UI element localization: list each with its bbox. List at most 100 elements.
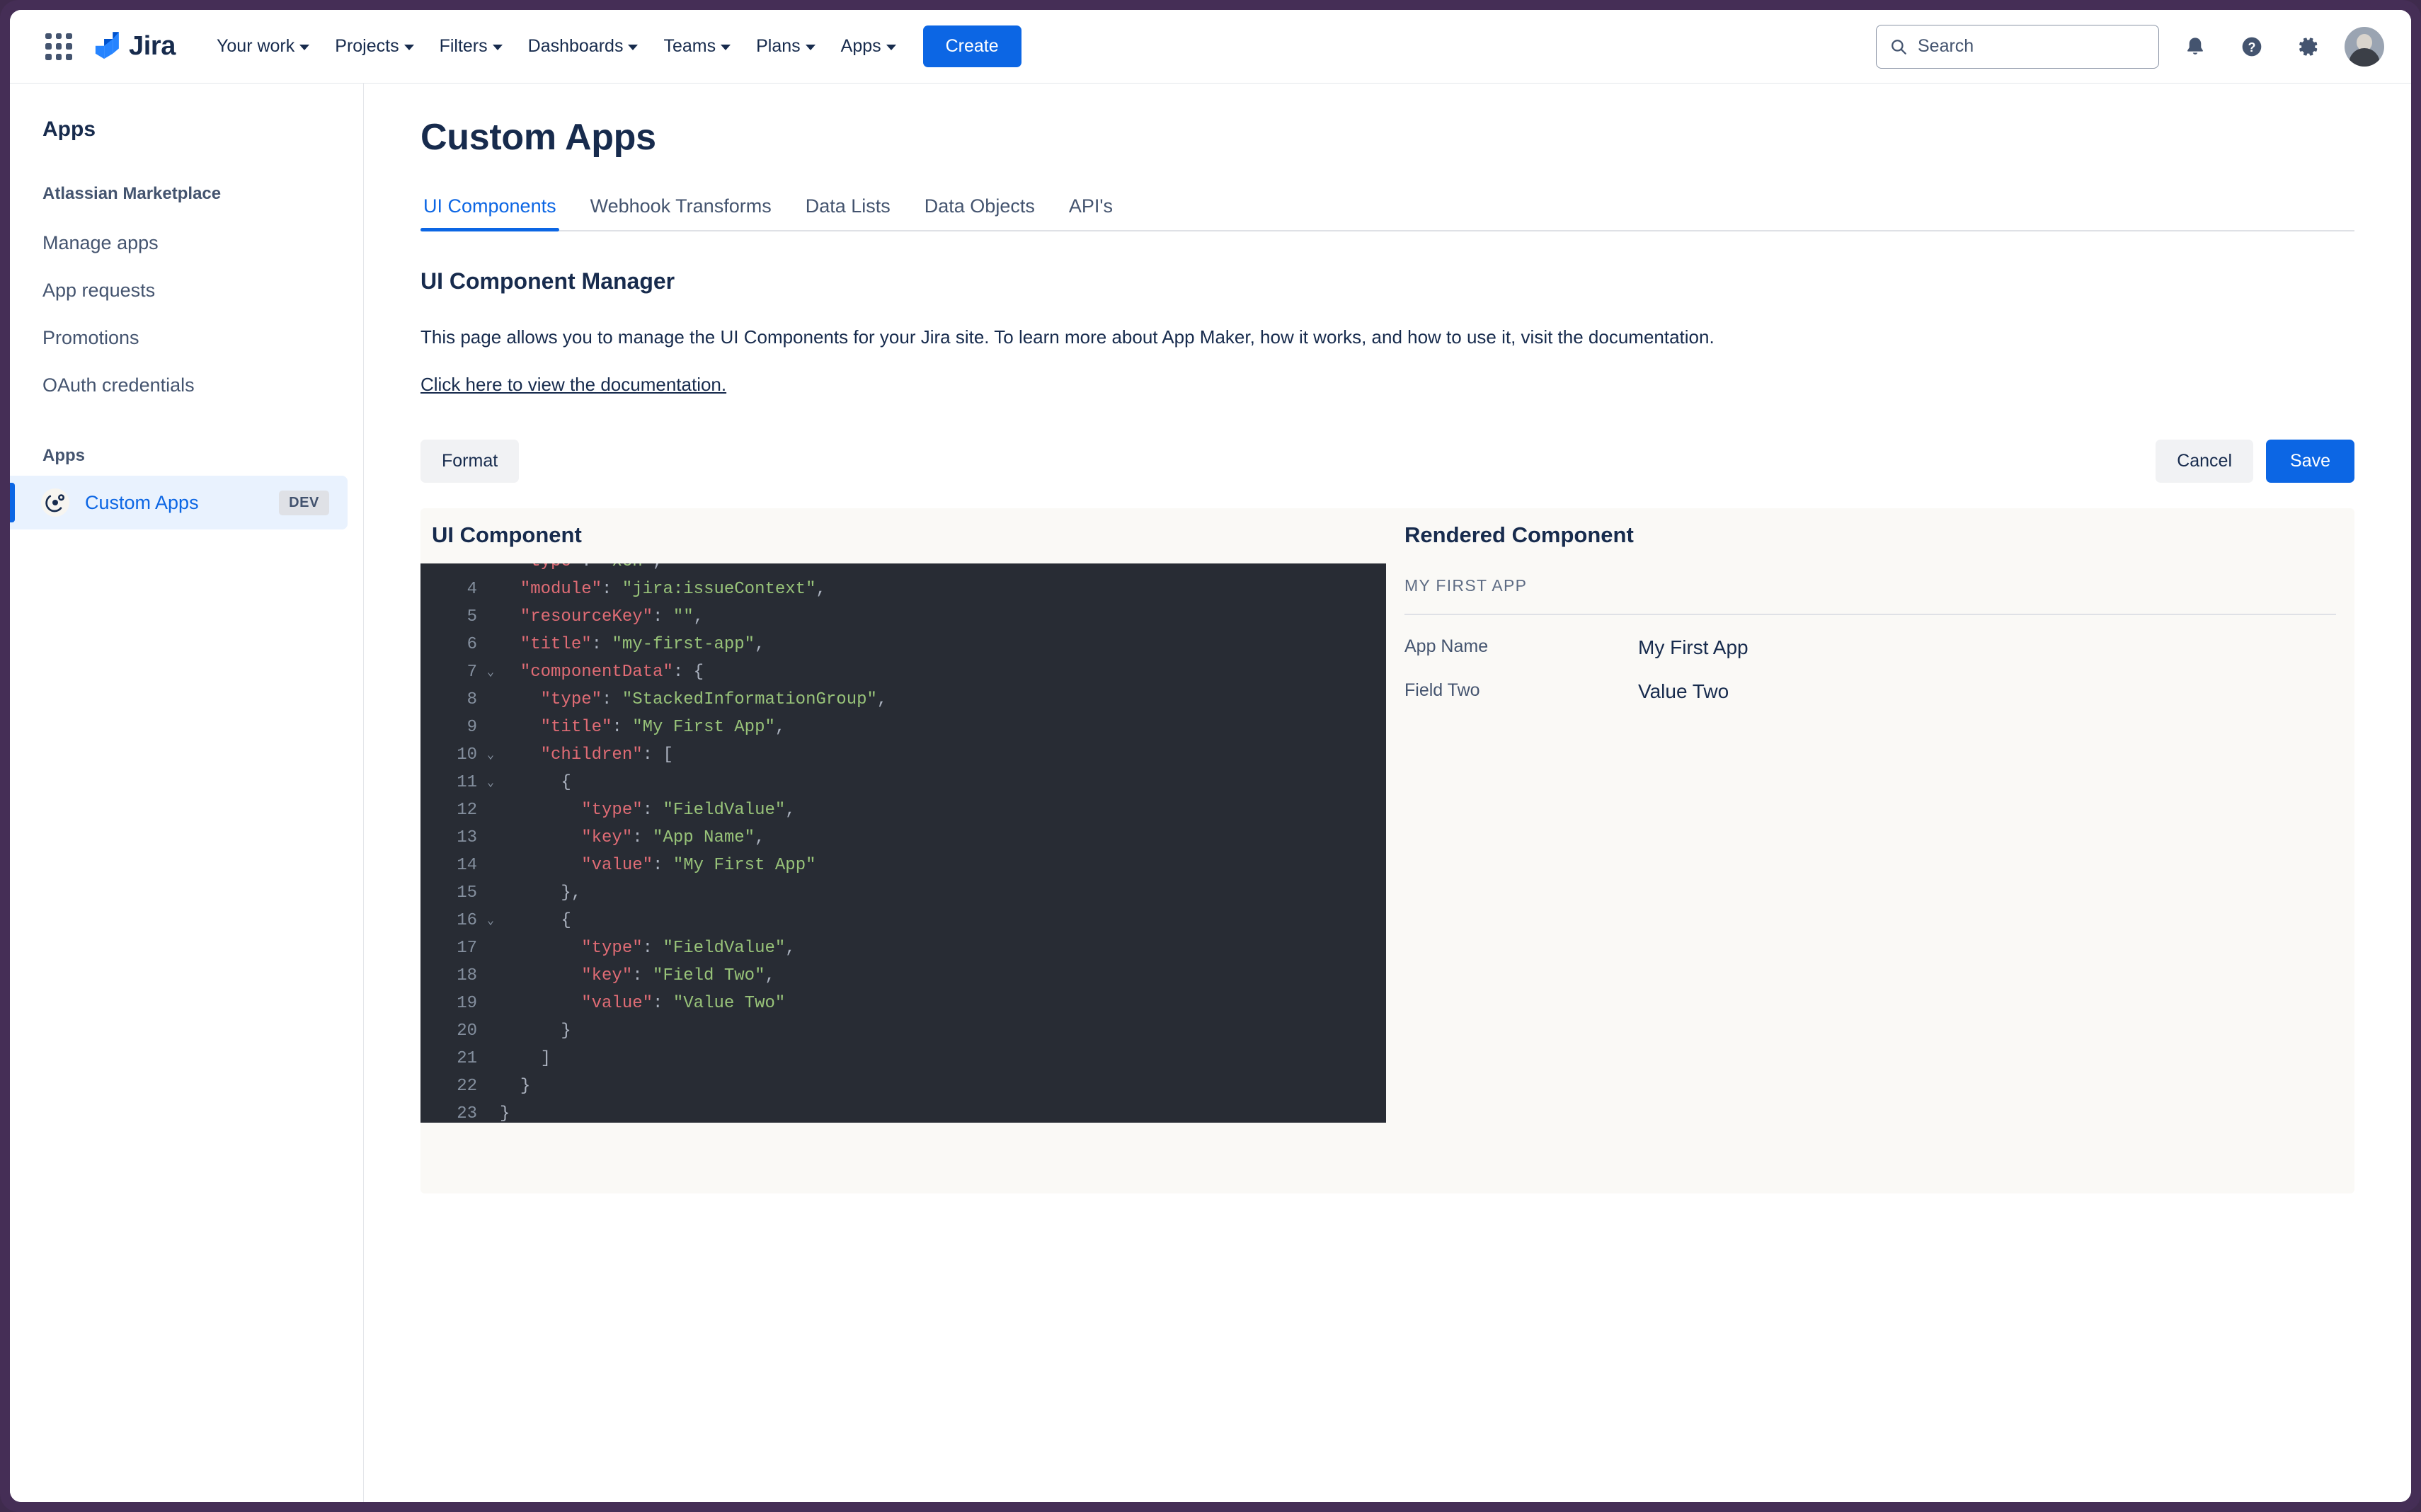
page-body: Apps Atlassian Marketplace Manage apps A… (10, 84, 2411, 1502)
settings-gear-icon[interactable] (2288, 26, 2329, 67)
rendered-field-value: My First App (1638, 636, 1748, 659)
code-line-text: "componentData": { (520, 663, 704, 682)
browser-viewport: Jira Your work Projects Filters Dashboar… (10, 10, 2411, 1502)
code-line-number: 16 (457, 911, 477, 931)
main-content: Custom Apps UI Components Webhook Transf… (364, 84, 2411, 1502)
code-line-number: 21 (457, 1049, 477, 1069)
documentation-link[interactable]: Click here to view the documentation. (420, 374, 726, 396)
code-line-number: 4 (467, 580, 477, 600)
chevron-down-icon (628, 45, 639, 50)
sidebar-item-oauth-credentials[interactable]: OAuth credentials (10, 362, 363, 409)
avatar-body (2349, 47, 2380, 67)
nav-item-label: Plans (756, 36, 801, 56)
code-line: 20 } (420, 1017, 1386, 1045)
fold-chevron-icon[interactable]: ⌄ (481, 741, 500, 769)
nav-item-label: Apps (840, 36, 881, 56)
code-line-text: ] (540, 1049, 551, 1069)
code-line: 7 ⌄ "componentData": { (420, 658, 1386, 686)
sidebar-item-manage-apps[interactable]: Manage apps (10, 219, 363, 267)
jira-logo[interactable]: Jira (93, 31, 176, 62)
code-line-number: 14 (457, 856, 477, 876)
sidebar-item-app-requests[interactable]: App requests (10, 267, 363, 314)
code-line-text: "key": "Field Two", (581, 966, 775, 986)
code-line: 17 "type": "FieldValue", (420, 934, 1386, 962)
code-line-number: 9 (467, 718, 477, 738)
code-line-number: 11 (457, 773, 477, 793)
nav-item-filters[interactable]: Filters (428, 28, 514, 65)
sidebar-title: Apps (42, 118, 96, 141)
code-line: 11 ⌄ { (420, 769, 1386, 796)
code-line-text: { (561, 773, 571, 793)
sidebar-item-promotions[interactable]: Promotions (10, 314, 363, 362)
code-line: 16 ⌄ { (420, 907, 1386, 934)
code-line-text: } (561, 1021, 571, 1041)
code-line: 9 "title": "My First App", (420, 714, 1386, 741)
rendered-component-column: Rendered Component MY FIRST APP App Name… (1386, 508, 2354, 1193)
chevron-down-icon (805, 45, 815, 50)
section-description: This page allows you to manage the UI Co… (420, 326, 1715, 348)
format-button[interactable]: Format (420, 440, 520, 483)
notifications-bell-icon[interactable] (2175, 26, 2216, 67)
code-line-number: 17 (457, 939, 477, 958)
rendered-field-value: Value Two (1638, 680, 1729, 703)
sidebar-item-custom-apps[interactable]: Custom Apps DEV (10, 476, 348, 529)
code-line: 12 "type": "FieldValue", (420, 796, 1386, 824)
code-line-number: 22 (457, 1077, 477, 1096)
code-line-text: "title": "My First App", (540, 718, 786, 738)
nav-item-apps[interactable]: Apps (830, 28, 908, 65)
rendered-field-key: App Name (1404, 636, 1489, 657)
code-line-text: "value": "My First App" (581, 856, 816, 876)
code-line: 18 "key": "Field Two", (420, 962, 1386, 990)
fold-chevron-icon[interactable]: ⌄ (481, 907, 500, 934)
rendered-component-preview: MY FIRST APP App Name My First App Field… (1386, 563, 2354, 703)
nav-item-projects[interactable]: Projects (324, 28, 425, 65)
rendered-component-heading: Rendered Component (1404, 522, 1634, 548)
cancel-button[interactable]: Cancel (2156, 440, 2254, 483)
code-line-text: "module": "jira:issueContext", (520, 580, 826, 600)
code-line: 10 ⌄ "children": [ (420, 741, 1386, 769)
code-line: 21 ] (420, 1045, 1386, 1072)
code-editor-lines: "type": "xen",4 "module": "jira:issueCon… (420, 563, 1386, 1123)
chevron-down-icon (404, 45, 414, 50)
help-question-icon[interactable]: ? (2231, 26, 2272, 67)
chevron-down-icon (299, 45, 310, 50)
toolbar-right-actions: Cancel Save (2156, 440, 2354, 483)
code-editor[interactable]: "type": "xen",4 "module": "jira:issueCon… (420, 563, 1386, 1123)
section-heading: UI Component Manager (420, 268, 675, 294)
save-button[interactable]: Save (2266, 440, 2354, 483)
nav-item-plans[interactable]: Plans (745, 28, 827, 65)
code-line: 13 "key": "App Name", (420, 824, 1386, 852)
search-input[interactable]: Search (1876, 24, 2159, 69)
code-line: 4 "module": "jira:issueContext", (420, 575, 1386, 603)
nav-item-your-work[interactable]: Your work (205, 28, 321, 65)
grid-apps-icon[interactable] (42, 30, 75, 63)
tab-webhook-transforms[interactable]: Webhook Transforms (588, 195, 774, 230)
code-line: 14 "value": "My First App" (420, 852, 1386, 879)
fold-chevron-icon[interactable]: ⌄ (481, 769, 500, 796)
tab-data-lists[interactable]: Data Lists (803, 195, 893, 230)
nav-item-dashboards[interactable]: Dashboards (517, 28, 650, 65)
nav-item-label: Filters (439, 36, 488, 56)
rendered-group-title: MY FIRST APP (1404, 563, 2336, 616)
tab-apis[interactable]: API's (1066, 195, 1116, 230)
create-button[interactable]: Create (922, 25, 1021, 67)
tab-data-objects[interactable]: Data Objects (922, 195, 1038, 230)
user-avatar[interactable] (2345, 26, 2384, 67)
fold-chevron-icon[interactable]: ⌄ (481, 658, 500, 686)
nav-item-teams[interactable]: Teams (652, 28, 742, 65)
rendered-field-row: Field Two Value Two (1404, 659, 2336, 703)
code-line-text: }, (561, 883, 582, 903)
code-line-text: "type": "FieldValue", (581, 801, 796, 820)
nav-item-label: Projects (335, 36, 399, 56)
nav-item-label: Teams (663, 36, 716, 56)
editor-toolbar: Format Cancel Save (420, 440, 2354, 483)
tab-ui-components[interactable]: UI Components (420, 195, 559, 231)
code-line-number: 5 (467, 607, 477, 627)
